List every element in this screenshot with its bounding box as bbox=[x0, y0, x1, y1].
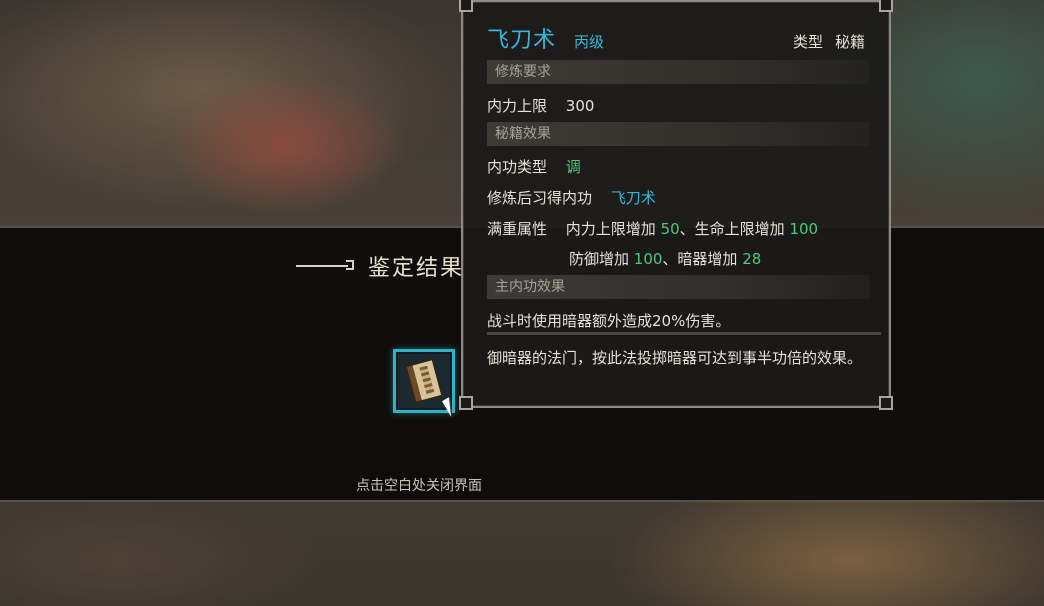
requirement-label: 内力上限 bbox=[487, 97, 548, 115]
full-attr-label: 满重属性 bbox=[487, 220, 548, 238]
result-title-text: 鉴定结果 bbox=[368, 256, 465, 281]
requirement-value: 300 bbox=[565, 97, 595, 115]
full-attr-value: 100 bbox=[789, 220, 819, 238]
full-attr-text: 、暗器增加 bbox=[662, 250, 743, 268]
full-attr-text: 防御增加 bbox=[569, 250, 634, 268]
learned-value: 飞刀术 bbox=[610, 189, 656, 207]
result-title: 鉴定结果 bbox=[296, 248, 464, 284]
item-tooltip: 飞刀术 丙级 类型 秘籍 修炼要求 内力上限 300 秘籍效果 内功类型 调 修炼… bbox=[459, 0, 893, 410]
title-ornament-icon bbox=[296, 260, 354, 270]
divider bbox=[487, 332, 881, 335]
main-effect-text: 战斗时使用暗器额外造成20%伤害。 bbox=[487, 312, 731, 330]
tooltip-header: 飞刀术 丙级 类型 秘籍 bbox=[487, 22, 865, 53]
skill-name: 飞刀术 bbox=[487, 28, 557, 53]
item-type: 类型 秘籍 bbox=[793, 31, 865, 52]
skill-grade: 丙级 bbox=[574, 33, 605, 51]
full-attr-value: 50 bbox=[660, 220, 680, 238]
internal-type-row: 内功类型 调 bbox=[487, 156, 581, 177]
corner-ornament-icon bbox=[879, 396, 893, 410]
internal-type-label: 内功类型 bbox=[487, 158, 548, 176]
full-attr-row-2: 防御增加 100、暗器增加 28 bbox=[569, 248, 761, 269]
section-effects: 秘籍效果 bbox=[487, 122, 869, 146]
corner-ornament-icon bbox=[459, 396, 473, 410]
full-attr-value: 100 bbox=[633, 250, 663, 268]
learned-row: 修炼后习得内功 飞刀术 bbox=[487, 187, 656, 208]
full-attr-text: 、生命上限增加 bbox=[679, 220, 790, 238]
full-attr-value: 28 bbox=[742, 250, 762, 268]
item-description: 御暗器的法门，按此法投掷暗器可达到事半功倍的效果。 bbox=[487, 349, 863, 367]
learned-label: 修炼后习得内功 bbox=[487, 189, 593, 207]
full-attr-text: 内力上限增加 bbox=[565, 220, 661, 238]
section-main-effect: 主内功效果 bbox=[487, 275, 869, 299]
internal-type-value: 调 bbox=[565, 158, 581, 176]
full-attr-row-1: 满重属性 内力上限增加 50、生命上限增加 100 bbox=[487, 218, 818, 239]
scroll-book-icon bbox=[404, 357, 444, 405]
section-requirements: 修炼要求 bbox=[487, 60, 869, 84]
type-label: 类型 bbox=[792, 33, 823, 51]
corner-ornament-icon bbox=[459, 0, 473, 12]
type-value: 秘籍 bbox=[834, 33, 865, 51]
corner-ornament-icon bbox=[879, 0, 893, 12]
close-hint: 点击空白处关闭界面 bbox=[356, 478, 482, 494]
requirement-row: 内力上限 300 bbox=[487, 95, 594, 116]
